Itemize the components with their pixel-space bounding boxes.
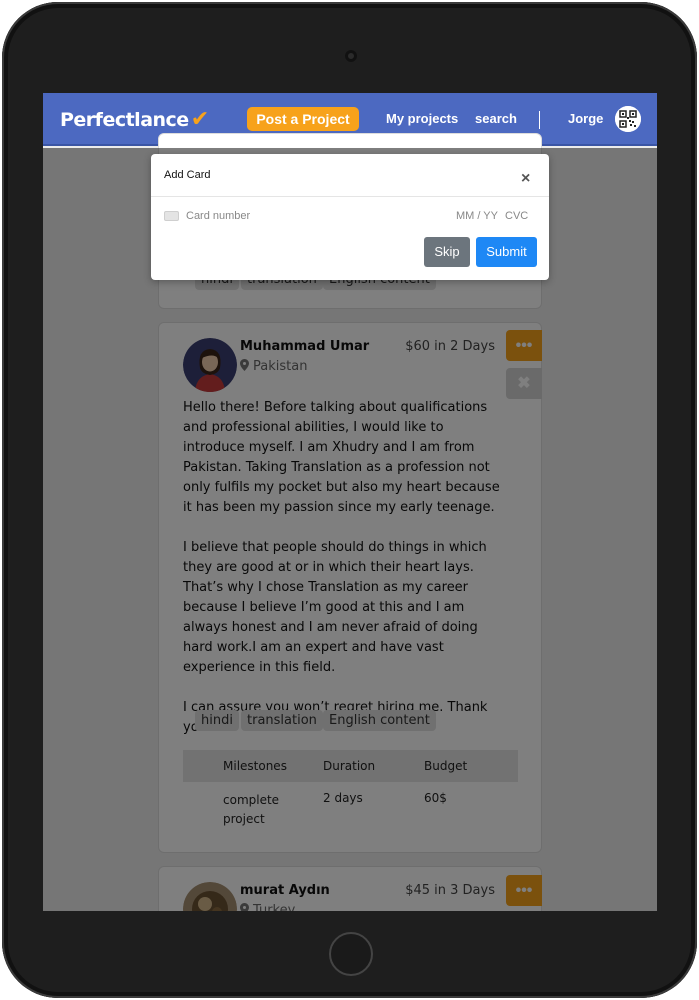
card-number-input[interactable] bbox=[186, 210, 386, 222]
nav-my-projects[interactable]: My projects bbox=[386, 111, 458, 126]
expiry-field[interactable]: MM / YY bbox=[456, 210, 498, 222]
user-avatar[interactable] bbox=[615, 106, 641, 132]
post-project-button[interactable]: Post a Project bbox=[247, 107, 359, 131]
tablet-frame: Perfectlance✔ Post a Project My projects… bbox=[2, 2, 697, 998]
home-button[interactable] bbox=[329, 932, 373, 976]
modal-title: Add Card bbox=[164, 169, 211, 181]
credit-card-icon bbox=[164, 211, 179, 221]
nav-search[interactable]: search bbox=[475, 111, 517, 126]
modal-divider bbox=[151, 196, 549, 197]
submit-button[interactable]: Submit bbox=[476, 237, 537, 267]
logo[interactable]: Perfectlance✔ bbox=[60, 107, 209, 132]
skip-button[interactable]: Skip bbox=[424, 237, 470, 267]
close-icon[interactable]: × bbox=[521, 170, 530, 188]
add-card-modal: Add Card × MM / YY CVC Skip Submit bbox=[151, 154, 549, 280]
qr-avatar-icon bbox=[615, 106, 641, 132]
camera-icon bbox=[345, 50, 357, 62]
logo-check-icon: ✔ bbox=[190, 107, 209, 132]
nav-user-name[interactable]: Jorge bbox=[568, 111, 603, 126]
screen: Perfectlance✔ Post a Project My projects… bbox=[43, 93, 657, 911]
nav-divider bbox=[539, 111, 540, 129]
cvc-field[interactable]: CVC bbox=[505, 210, 528, 222]
